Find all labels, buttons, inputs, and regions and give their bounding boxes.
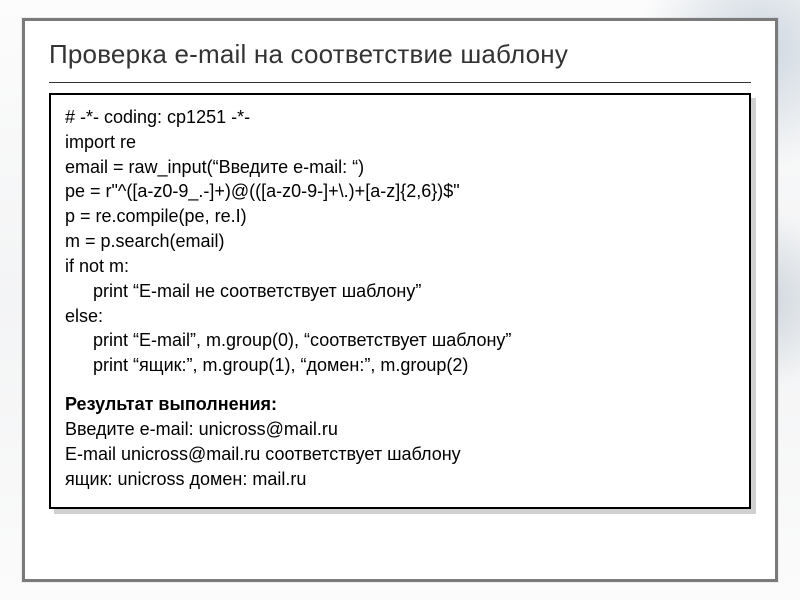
code-line: else: [65,304,735,329]
result-line: E-mail unicross@mail.ru соответствует ша… [65,442,735,467]
result-line: ящик: unicross домен: mail.ru [65,467,735,492]
code-line: print “E-mail”, m.group(0), “соответству… [65,328,735,353]
code-line: m = p.search(email) [65,229,735,254]
blank-line [65,378,735,392]
slide-title: Проверка e-mail на соответствие шаблону [49,39,751,70]
code-line: pe = r"^([a-z0-9_.-]+)@(([a-z0-9-]+\.)+[… [65,179,735,204]
code-line: if not m: [65,254,735,279]
result-heading: Результат выполнения: [65,392,735,417]
code-line: email = raw_input(“Введите e-mail: “) [65,155,735,180]
code-indent: print “E-mail не соответствует шаблону” [65,279,421,304]
code-indent: print “E-mail”, m.group(0), “соответству… [65,328,511,353]
code-line: print “ящик:”, m.group(1), “домен:”, m.g… [65,353,735,378]
code-block: # -*- coding: cp1251 -*- import re email… [49,93,751,509]
result-line: Введите e-mail: unicross@mail.ru [65,417,735,442]
code-line: p = re.compile(pe, re.I) [65,204,735,229]
code-line: import re [65,130,735,155]
code-line: # -*- coding: cp1251 -*- [65,105,735,130]
code-indent: print “ящик:”, m.group(1), “домен:”, m.g… [65,353,468,378]
title-rule [49,82,751,83]
code-line: print “E-mail не соответствует шаблону” [65,279,735,304]
slide-frame: Проверка e-mail на соответствие шаблону … [22,18,778,582]
